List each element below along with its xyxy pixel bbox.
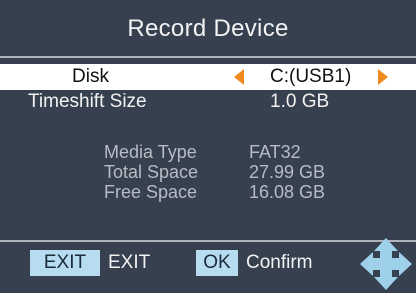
media-type-value: FAT32 [249,142,301,162]
disk-info-labels: Media Type Total Space Free Space [104,142,198,202]
record-device-screen: Record Device Disk C:(USB1) Timeshift Si… [0,0,416,293]
footer-divider [0,240,416,242]
total-space-label: Total Space [104,162,199,182]
confirm-hint-label: Confirm [246,252,313,273]
timeshift-size-value[interactable]: 1.0 GB [270,91,329,113]
left-arrow-icon[interactable] [234,69,244,85]
navigation-dpad-icon [358,236,414,292]
page-title: Record Device [127,15,289,42]
free-space-label: Free Space [104,182,198,202]
total-space-value: 27.99 GB [249,162,326,182]
disk-label: Disk [72,66,109,87]
disk-row[interactable] [0,64,416,90]
media-type-label: Media Type [104,142,197,162]
ok-key-badge[interactable]: OK [196,250,238,276]
title-divider [0,56,416,58]
timeshift-size-label[interactable]: Timeshift Size [28,91,147,113]
disk-info-values: FAT32 27.99 GB 16.08 GB [249,142,325,202]
exit-key-badge[interactable]: EXIT [30,250,100,276]
free-space-value: 16.08 GB [249,182,326,202]
exit-hint-label: EXIT [108,252,151,273]
right-arrow-icon[interactable] [378,69,388,85]
disk-value[interactable]: C:(USB1) [270,66,351,88]
